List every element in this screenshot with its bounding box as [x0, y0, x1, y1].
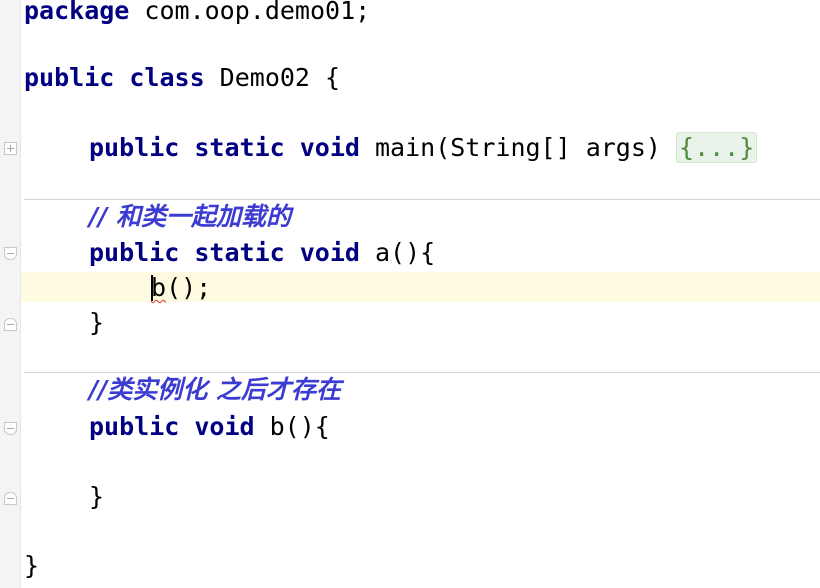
fold-collapse-icon[interactable]: [4, 318, 17, 331]
code-line-method-a[interactable]: public static void a(){: [89, 237, 435, 269]
keyword: public class: [24, 63, 205, 92]
error-highlight: b: [151, 273, 167, 302]
keyword: public void: [89, 412, 255, 441]
keyword: public static void: [89, 238, 360, 267]
closing-brace[interactable]: }: [89, 307, 104, 339]
fold-collapse-icon[interactable]: [4, 422, 17, 435]
code-line-method-b[interactable]: public void b(){: [89, 411, 330, 443]
fold-collapse-icon[interactable]: [4, 492, 17, 505]
code-comment: // 和类一起加载的: [89, 202, 291, 231]
keyword: public static void: [89, 133, 360, 162]
method-signature: a(){: [359, 238, 436, 267]
call-rest: ();: [166, 273, 212, 302]
package-name: com.oop.demo01;: [129, 0, 371, 25]
editor-gutter: [0, 0, 21, 588]
code-line-package[interactable]: package com.oop.demo01;: [24, 0, 370, 27]
method-signature: main(String[] args): [359, 133, 677, 162]
code-comment: //类实例化 之后才存在: [89, 375, 341, 404]
current-line-highlight: [21, 272, 820, 302]
code-editor[interactable]: package com.oop.demo01; public class Dem…: [0, 0, 820, 588]
code-line-main-method[interactable]: public static void main(String[] args) {…: [89, 132, 758, 164]
folded-code-block[interactable]: {...}: [676, 132, 758, 163]
method-separator: [24, 199, 820, 200]
keyword: package: [24, 0, 130, 25]
class-name: Demo02 {: [204, 63, 341, 92]
code-line-class-decl[interactable]: public class Demo02 {: [24, 62, 340, 94]
closing-brace[interactable]: }: [24, 550, 39, 582]
fold-expand-icon[interactable]: [4, 142, 17, 155]
fold-collapse-icon[interactable]: [4, 247, 17, 260]
code-line-call-b[interactable]: b();: [151, 272, 211, 304]
method-separator: [24, 372, 820, 373]
closing-brace[interactable]: }: [89, 481, 104, 513]
method-signature: b(){: [254, 412, 330, 441]
